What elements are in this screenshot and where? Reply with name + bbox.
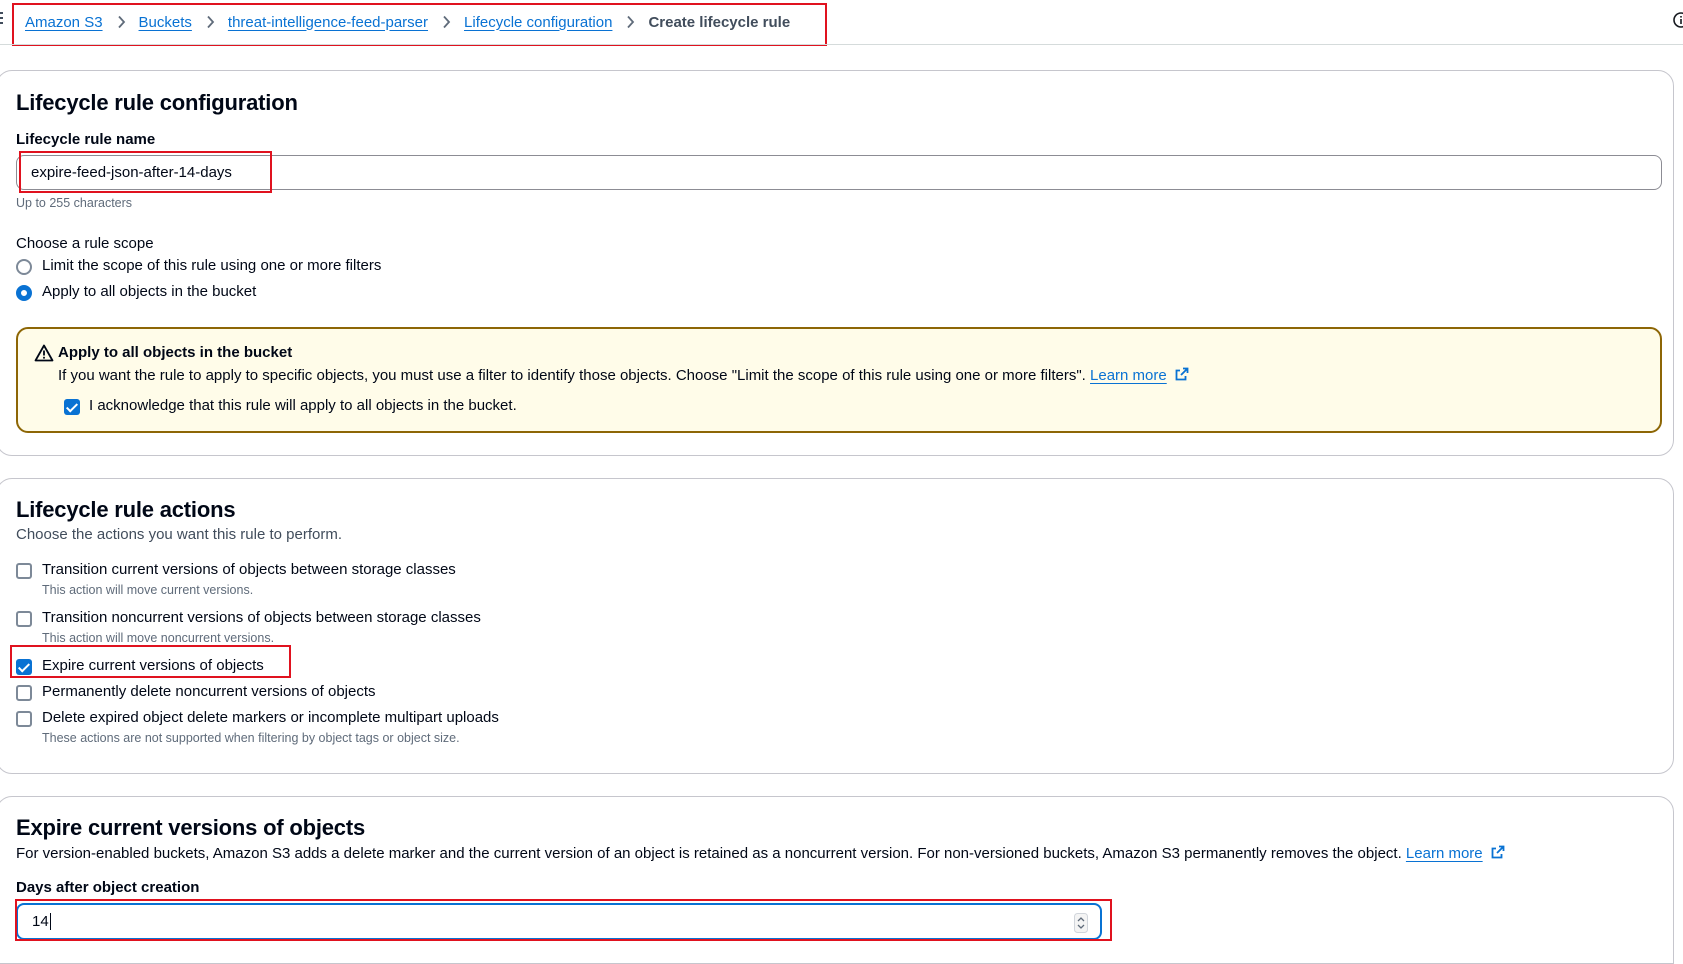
days-after-creation-input[interactable]: 14 bbox=[16, 903, 1102, 940]
warning-icon bbox=[34, 344, 54, 362]
scope-all-radio[interactable] bbox=[16, 285, 32, 301]
breadcrumb-current: Create lifecycle rule bbox=[648, 13, 791, 31]
lifecycle-rule-configuration-panel: Lifecycle rule configuration Lifecycle r… bbox=[0, 70, 1674, 456]
external-link-icon bbox=[1175, 367, 1189, 381]
days-value: 14 bbox=[32, 913, 49, 930]
apply-all-warning-alert: Apply to all objects in the bucket If yo… bbox=[16, 327, 1662, 433]
breadcrumb-buckets[interactable]: Buckets bbox=[139, 14, 192, 31]
rule-name-label: Lifecycle rule name bbox=[16, 131, 156, 148]
lifecycle-rule-actions-panel: Lifecycle rule actions Choose the action… bbox=[0, 478, 1674, 774]
rule-name-hint: Up to 255 characters bbox=[16, 196, 133, 210]
acknowledge-label[interactable]: I acknowledge that this rule will apply … bbox=[89, 397, 517, 414]
action-transition-noncurrent-label[interactable]: Transition noncurrent versions of object… bbox=[42, 609, 481, 626]
action-delete-noncurrent-checkbox[interactable] bbox=[16, 685, 32, 701]
alert-text: If you want the rule to apply to specifi… bbox=[58, 367, 1189, 384]
header-divider bbox=[0, 44, 1683, 45]
breadcrumb: Amazon S3 Buckets threat-intelligence-fe… bbox=[25, 11, 790, 33]
menu-edge-icon[interactable] bbox=[0, 12, 3, 26]
acknowledge-checkbox[interactable] bbox=[64, 399, 80, 415]
chevron-right-icon bbox=[117, 15, 125, 29]
days-after-creation-label: Days after object creation bbox=[16, 879, 200, 896]
info-icon[interactable] bbox=[1671, 11, 1683, 29]
action-delete-markers-hint: These actions are not supported when fil… bbox=[42, 731, 460, 745]
chevron-right-icon bbox=[443, 15, 451, 29]
expire-description: For version-enabled buckets, Amazon S3 a… bbox=[16, 845, 1505, 862]
rule-name-value: expire-feed-json-after-14-days bbox=[31, 164, 232, 181]
action-expire-current-checkbox[interactable] bbox=[16, 659, 32, 675]
external-link-icon bbox=[1491, 845, 1505, 859]
action-transition-noncurrent-hint: This action will move noncurrent version… bbox=[42, 631, 275, 645]
chevron-right-icon bbox=[627, 15, 635, 29]
expire-current-versions-panel: Expire current versions of objects For v… bbox=[0, 796, 1674, 964]
breadcrumb-bucket-name[interactable]: threat-intelligence-feed-parser bbox=[228, 14, 428, 31]
action-transition-current-checkbox[interactable] bbox=[16, 563, 32, 579]
actions-description: Choose the actions you want this rule to… bbox=[16, 526, 343, 543]
action-delete-noncurrent-label[interactable]: Permanently delete noncurrent versions o… bbox=[42, 683, 376, 700]
action-expire-current-label[interactable]: Expire current versions of objects bbox=[42, 657, 264, 674]
expire-description-text: For version-enabled buckets, Amazon S3 a… bbox=[16, 845, 1402, 862]
action-delete-markers-label[interactable]: Delete expired object delete markers or … bbox=[42, 709, 499, 726]
action-transition-noncurrent-checkbox[interactable] bbox=[16, 611, 32, 627]
action-transition-current-label[interactable]: Transition current versions of objects b… bbox=[42, 561, 456, 578]
breadcrumb-amazon-s3[interactable]: Amazon S3 bbox=[25, 14, 103, 31]
rule-scope-label: Choose a rule scope bbox=[16, 235, 154, 252]
section-title: Expire current versions of objects bbox=[16, 815, 365, 840]
scope-all-label[interactable]: Apply to all objects in the bucket bbox=[42, 283, 256, 300]
action-delete-markers-checkbox[interactable] bbox=[16, 711, 32, 727]
action-transition-current-hint: This action will move current versions. bbox=[42, 583, 254, 597]
expire-learn-more-link[interactable]: Learn more bbox=[1406, 845, 1483, 862]
alert-title: Apply to all objects in the bucket bbox=[58, 344, 293, 361]
number-spinner-icon[interactable] bbox=[1074, 913, 1088, 933]
text-cursor bbox=[49, 913, 51, 930]
section-title: Lifecycle rule configuration bbox=[16, 90, 298, 115]
rule-name-input[interactable]: expire-feed-json-after-14-days bbox=[16, 155, 1662, 190]
breadcrumb-lifecycle-configuration[interactable]: Lifecycle configuration bbox=[464, 14, 612, 31]
alert-learn-more-link[interactable]: Learn more bbox=[1090, 367, 1167, 384]
chevron-right-icon bbox=[207, 15, 215, 29]
scope-limit-radio[interactable] bbox=[16, 259, 32, 275]
alert-message: If you want the rule to apply to specifi… bbox=[58, 367, 1086, 384]
scope-limit-label[interactable]: Limit the scope of this rule using one o… bbox=[42, 257, 381, 274]
section-title: Lifecycle rule actions bbox=[16, 497, 236, 522]
